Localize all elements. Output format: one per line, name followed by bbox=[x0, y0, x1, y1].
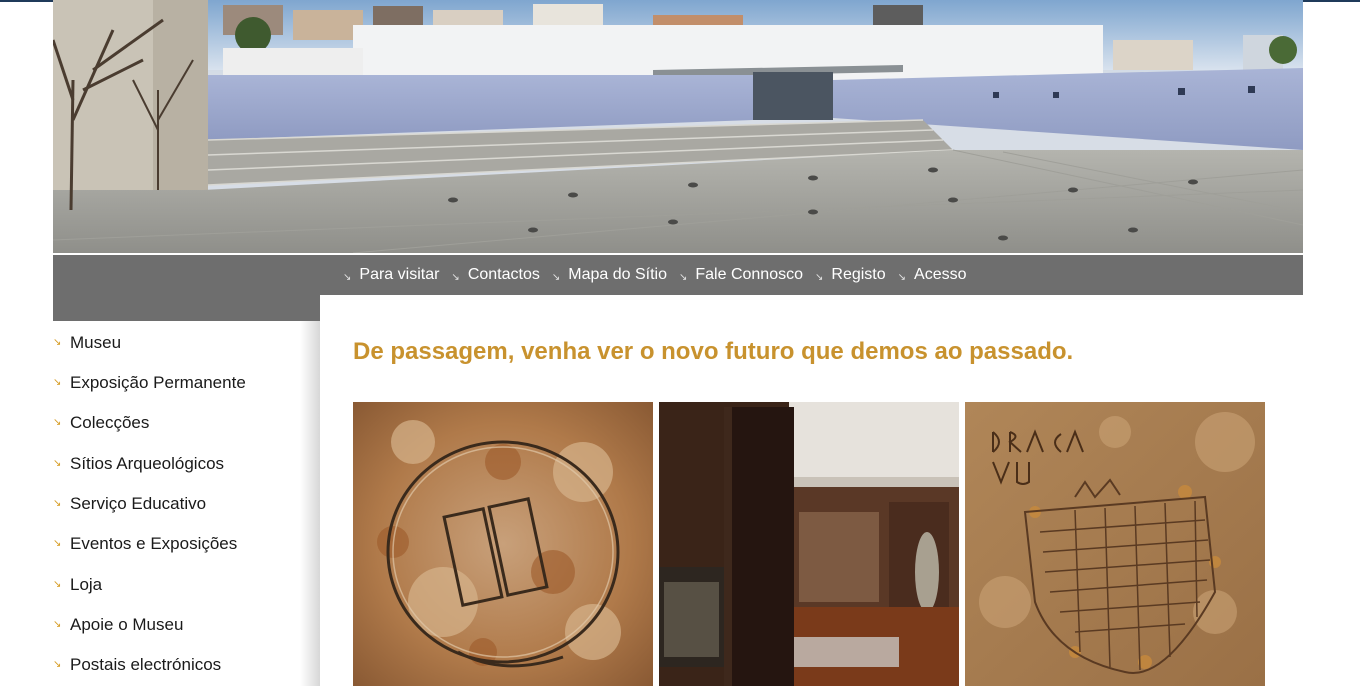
sidebar-item-label: Postais electrónicos bbox=[70, 655, 222, 674]
sidebar-item-coleccoes[interactable]: ↘ Colecções bbox=[53, 411, 149, 435]
arrow-bullet-icon: ↘ bbox=[53, 618, 62, 630]
nav-item-label: Para visitar bbox=[359, 266, 440, 283]
nav-item-para-visitar[interactable]: ↘ Para visitar bbox=[343, 266, 439, 284]
arrow-bullet-icon: ↘ bbox=[53, 376, 62, 388]
photo-rusted-plate[interactable] bbox=[353, 402, 653, 686]
nav-item-registo[interactable]: ↘ Registo bbox=[815, 266, 886, 284]
banner-image bbox=[53, 0, 1303, 253]
arrow-bullet-icon: ↘ bbox=[53, 497, 62, 509]
sidebar-item-apoie-o-museu[interactable]: ↘ Apoie o Museu bbox=[53, 613, 183, 637]
sidebar-item-label: Serviço Educativo bbox=[70, 494, 207, 513]
sidebar-item-museu[interactable]: ↘ Museu bbox=[53, 331, 121, 355]
arrow-bullet-icon: ↘ bbox=[343, 271, 352, 283]
nav-item-label: Acesso bbox=[914, 266, 967, 283]
sidebar-item-sitios-arqueologicos[interactable]: ↘ Sítios Arqueológicos bbox=[53, 452, 224, 476]
sidebar-item-label: Apoie o Museu bbox=[70, 615, 184, 634]
sidebar-item-label: Loja bbox=[70, 575, 103, 594]
arrow-bullet-icon: ↘ bbox=[815, 271, 824, 283]
sidebar-item-postais-electronicos[interactable]: ↘ Postais electrónicos bbox=[53, 653, 221, 677]
photo-engraved-crest[interactable] bbox=[965, 402, 1265, 686]
nav-item-mapa-do-sitio[interactable]: ↘ Mapa do Sítio bbox=[552, 266, 667, 284]
sidebar-item-label: Sítios Arqueológicos bbox=[70, 454, 225, 473]
sidebar-shadow bbox=[300, 321, 320, 686]
sidebar-item-label: Eventos e Exposições bbox=[70, 534, 238, 553]
sidebar-item-exposicao-permanente[interactable]: ↘ Exposição Permanente bbox=[53, 371, 246, 395]
arrow-bullet-icon: ↘ bbox=[53, 578, 62, 590]
sidebar-item-loja[interactable]: ↘ Loja bbox=[53, 573, 102, 597]
sidebar-item-eventos-exposicoes[interactable]: ↘ Eventos e Exposições bbox=[53, 532, 237, 556]
arrow-bullet-icon: ↘ bbox=[451, 271, 460, 283]
arrow-bullet-icon: ↘ bbox=[53, 457, 62, 469]
arrow-bullet-icon: ↘ bbox=[53, 416, 62, 428]
nav-item-label: Mapa do Sítio bbox=[568, 266, 667, 283]
nav-item-label: Registo bbox=[831, 266, 886, 283]
arrow-bullet-icon: ↘ bbox=[678, 271, 688, 283]
top-nav: ↘ Para visitar ↘ Contactos ↘ Mapa do Sít… bbox=[343, 255, 979, 295]
photo-exhibition-room[interactable] bbox=[659, 402, 959, 686]
sidebar-menu: ↘ Museu ↘ Exposição Permanente ↘ Colecçõ… bbox=[53, 321, 320, 686]
arrow-bullet-icon: ↘ bbox=[897, 271, 907, 283]
sidebar-item-label: Colecções bbox=[70, 413, 150, 432]
arrow-bullet-icon: ↘ bbox=[551, 271, 561, 283]
arrow-bullet-icon: ↘ bbox=[53, 537, 62, 549]
nav-bar-extension bbox=[53, 295, 320, 321]
page-headline: De passagem, venha ver o novo futuro que… bbox=[353, 338, 1074, 365]
nav-item-fale-connosco[interactable]: ↘ Fale Connosco bbox=[679, 266, 803, 284]
sidebar-item-label: Exposição Permanente bbox=[70, 373, 246, 392]
sidebar-item-servico-educativo[interactable]: ↘ Serviço Educativo bbox=[53, 492, 206, 516]
nav-item-contactos[interactable]: ↘ Contactos bbox=[451, 266, 539, 284]
nav-item-label: Contactos bbox=[467, 266, 540, 283]
top-nav-bar: ↘ Para visitar ↘ Contactos ↘ Mapa do Sít… bbox=[53, 255, 1303, 295]
nav-item-label: Fale Connosco bbox=[695, 266, 803, 283]
arrow-bullet-icon: ↘ bbox=[53, 658, 62, 670]
arrow-bullet-icon: ↘ bbox=[53, 336, 62, 348]
nav-item-acesso[interactable]: ↘ Acesso bbox=[898, 266, 967, 284]
sidebar-item-label: Museu bbox=[70, 333, 122, 352]
